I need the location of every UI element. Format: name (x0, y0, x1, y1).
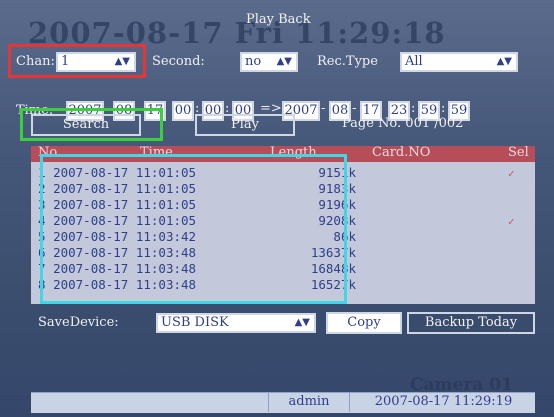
rec-type-label: Rec.Type (317, 54, 378, 69)
status-user: admin (268, 392, 350, 412)
table-row[interactable]: 2 2007-08-17 11:01:05 9183k (38, 182, 356, 195)
search-button[interactable]: Search (31, 114, 141, 136)
rec-type-value: All (405, 54, 423, 69)
save-device-select[interactable]: USB DISK ▲▼ (156, 313, 316, 333)
play-button[interactable]: Play (195, 114, 295, 136)
save-device-value: USB DISK (161, 315, 229, 330)
save-device-label: SaveDevice: (38, 315, 119, 330)
chan-select[interactable]: 1 ▲▼ (56, 52, 136, 72)
time-separator: : (411, 101, 416, 116)
date-separator: - (352, 101, 357, 116)
table-row[interactable]: 3 2007-08-17 11:01:05 9196k (38, 198, 356, 211)
table-row[interactable]: 8 2007-08-17 11:03:48 16527k (38, 278, 356, 291)
start-hour-field[interactable]: 00 (172, 101, 194, 121)
col-sel: Sel (508, 145, 529, 160)
updown-icon: ▲▼ (294, 317, 310, 328)
updown-icon: ▲▼ (114, 56, 130, 67)
copy-button[interactable]: Copy (326, 312, 402, 334)
status-datetime: 2007-08-17 11:29:19 (374, 394, 513, 409)
col-no: No. (38, 145, 62, 160)
backup-today-button[interactable]: Backup Today (407, 312, 535, 334)
rec-type-select[interactable]: All ▲▼ (400, 52, 518, 72)
selected-check-icon[interactable]: ✓ (508, 167, 515, 180)
table-row[interactable]: 4 2007-08-17 11:01:05 9208k (38, 214, 356, 227)
table-row[interactable]: 1 2007-08-17 11:01:05 9151k (38, 166, 356, 179)
table-row[interactable]: 7 2007-08-17 11:03:48 16848k (38, 262, 356, 275)
second-value: no (245, 54, 262, 69)
start-day-field[interactable]: 17 (144, 101, 166, 121)
chan-label: Chan: (16, 54, 55, 69)
table-row[interactable]: 6 2007-08-17 11:03:48 13637k (38, 246, 356, 259)
selected-check-icon[interactable]: ✓ (508, 215, 515, 228)
updown-icon: ▲▼ (496, 56, 512, 67)
table-row[interactable]: 5 2007-08-17 11:03:42 86k (38, 230, 356, 243)
col-time: Time (140, 145, 173, 160)
col-card-no: Card.NO (372, 145, 431, 160)
col-length: Length (270, 145, 317, 160)
page-indicator: Page No. 001 /002 (342, 116, 464, 131)
date-separator: - (321, 101, 326, 116)
chan-value: 1 (61, 54, 70, 69)
second-label: Second: (152, 54, 205, 69)
dialog-title: Play Back (246, 12, 311, 27)
osd-date-overlay: 2007-08-17 Fri 11:29:18 (28, 16, 446, 50)
second-select[interactable]: no ▲▼ (240, 52, 298, 72)
updown-icon: ▲▼ (276, 56, 292, 67)
dvr-screen: 2007-08-17 Fri 11:29:18 Play Back Chan: … (0, 0, 554, 417)
time-separator: : (441, 101, 446, 116)
